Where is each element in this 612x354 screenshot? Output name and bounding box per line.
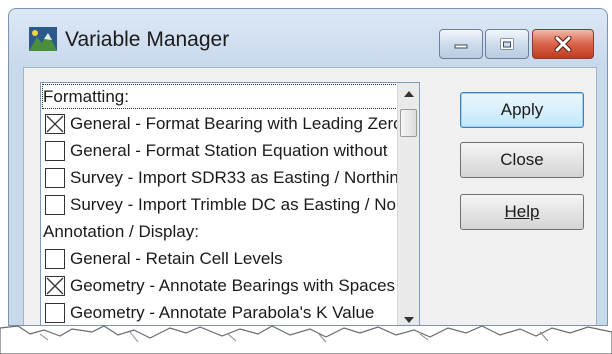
list-item[interactable]: Geometry - Annotate Bearings with Spaces — [41, 272, 399, 299]
maximize-icon — [500, 38, 514, 50]
list-item-label: Survey - Import SDR33 as Easting / North… — [70, 167, 399, 187]
list-item[interactable]: General - Format Station Equation withou… — [41, 137, 399, 164]
list-item-label: General - Format Station Equation withou… — [70, 140, 388, 160]
title-bar[interactable]: Variable Manager — [9, 9, 607, 67]
checkbox[interactable] — [45, 167, 65, 188]
list-item-label: Survey - Import Trimble DC as Easting / … — [70, 194, 399, 214]
list-item[interactable]: General - Format Bearing with Leading Ze… — [41, 110, 399, 137]
group-header-label: Formatting: — [43, 86, 129, 106]
list-item-label: Geometry - Annotate Bearings with Spaces — [70, 275, 396, 295]
checkbox[interactable] — [45, 140, 65, 161]
apply-button[interactable]: Apply — [460, 92, 584, 128]
list-group-header: Annotation / Display: — [41, 218, 399, 245]
checkbox[interactable] — [45, 194, 65, 215]
minimize-icon — [454, 44, 468, 49]
help-button-label: Help — [504, 202, 540, 221]
list-group-header: Formatting: — [41, 83, 399, 110]
variable-manager-window: Variable Manager Formatting: General - Fo… — [8, 8, 608, 326]
variables-listbox[interactable]: Formatting: General - Format Bearing with… — [40, 82, 420, 325]
dialog-body: Formatting: General - Format Bearing with… — [23, 67, 597, 325]
torn-edge — [0, 325, 612, 354]
window-title: Variable Manager — [65, 28, 230, 51]
variables-list: Formatting: General - Format Bearing with… — [41, 83, 399, 325]
close-button[interactable]: Close — [460, 142, 584, 178]
list-item[interactable]: Survey - Import SDR33 as Easting / North… — [41, 164, 399, 191]
group-header-label: Annotation / Display: — [43, 221, 199, 241]
maximize-button[interactable] — [485, 29, 529, 59]
checkbox[interactable] — [45, 275, 65, 296]
close-window-button[interactable] — [532, 29, 594, 59]
list-item[interactable]: General - Retain Cell Levels — [41, 245, 399, 272]
checkmark-x-icon — [46, 277, 64, 294]
checkbox[interactable] — [45, 248, 65, 269]
checkbox[interactable] — [45, 113, 65, 134]
list-item-label: General - Format Bearing with Leading Ze… — [70, 113, 399, 133]
scroll-up-arrow[interactable] — [398, 83, 419, 105]
vertical-scrollbar[interactable] — [397, 83, 419, 325]
close-icon — [554, 36, 572, 52]
minimize-button[interactable] — [439, 29, 483, 59]
chevron-up-icon — [403, 91, 414, 97]
scroll-thumb[interactable] — [400, 109, 417, 137]
app-icon — [29, 27, 57, 51]
checkmark-x-icon — [46, 115, 64, 132]
list-item-label: General - Retain Cell Levels — [70, 248, 283, 268]
list-item[interactable]: Survey - Import Trimble DC as Easting / … — [41, 191, 399, 218]
help-button[interactable]: Help — [460, 194, 584, 230]
